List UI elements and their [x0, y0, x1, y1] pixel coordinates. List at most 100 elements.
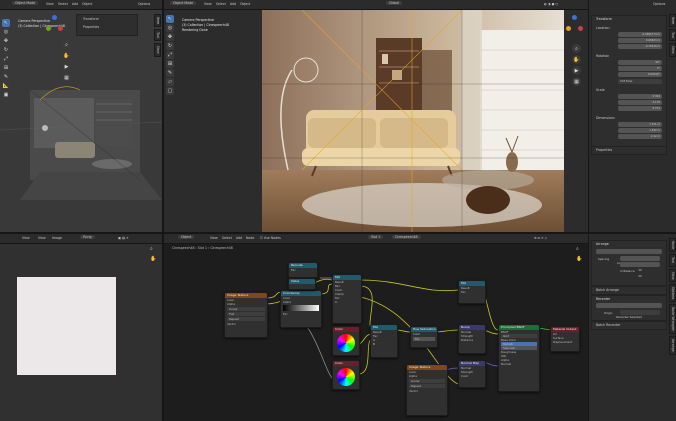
batch-recenter-panel[interactable]: Batch Recenter: [591, 321, 667, 330]
rot-y-field[interactable]: 0°: [618, 66, 662, 71]
balance-checkbox[interactable]: ☑ Balance: [620, 269, 635, 273]
color-ramp-gradient[interactable]: [283, 305, 319, 311]
pan-hand-icon[interactable]: ✋: [62, 51, 71, 60]
recenter-title[interactable]: Recenter: [596, 297, 610, 301]
side-tab-arrange[interactable]: Arrange: [669, 336, 676, 355]
menu-add[interactable]: Add: [72, 2, 78, 6]
arrange-selected-button[interactable]: Arrange Selected: [596, 249, 662, 265]
tab-view[interactable]: View: [154, 43, 161, 58]
cam-pan-icon[interactable]: ✋: [572, 55, 581, 64]
side-tab-options[interactable]: Options: [669, 284, 676, 303]
side-tab-node[interactable]: Node: [669, 238, 676, 253]
img-menu-view2[interactable]: View: [38, 236, 46, 240]
node-color-wheel-2[interactable]: Color: [332, 360, 360, 390]
annotate-icon[interactable]: ✎: [166, 69, 174, 77]
camera-axis-gizmo-icon[interactable]: [564, 14, 586, 38]
rotation-mode-select[interactable]: XYZ Euler: [618, 79, 662, 84]
scale-y-field[interactable]: 0.178: [618, 100, 662, 105]
arrange-title[interactable]: Arrange: [596, 242, 609, 246]
transform-orientation[interactable]: Global: [386, 1, 403, 5]
cam-menu-select[interactable]: Select: [216, 2, 226, 6]
cam-menu-object[interactable]: Object: [240, 2, 250, 6]
add-cube-icon[interactable]: ▢: [166, 87, 174, 95]
node-color-ramp[interactable]: ColorRamp Color Alpha Fac: [280, 290, 322, 328]
measure-icon[interactable]: ▱: [166, 78, 174, 86]
transform-icon[interactable]: ⊞: [166, 60, 174, 68]
rot-x-field[interactable]: 90°: [618, 60, 662, 65]
rotate-tool-icon[interactable]: ↻: [2, 46, 10, 54]
image-editor[interactable]: View View Image P.png ▣ ▤ ✕ ⌕ ✋: [0, 234, 162, 421]
viewport-left[interactable]: Object Mode View Select Add Object Optio…: [0, 0, 162, 232]
dim-y-field[interactable]: 1.832 m: [618, 128, 662, 133]
dim-x-field[interactable]: 1.231 m: [618, 122, 662, 127]
node-image-texture-2[interactable]: Image Texture Color Alpha Linear Repeat …: [406, 364, 448, 416]
transform-panel-header[interactable]: Transform: [83, 17, 99, 21]
cam-camera-icon[interactable]: ▶: [572, 66, 581, 75]
cursor-icon[interactable]: ◎: [166, 24, 174, 32]
spacing-x-field[interactable]: 50: [620, 256, 660, 272]
menu-object[interactable]: Object: [82, 2, 92, 6]
node-normal-map[interactable]: Normal Map Normal Strength Color: [458, 360, 486, 388]
tab-tool[interactable]: Tool: [154, 29, 161, 42]
side-tab-node-wrangler[interactable]: Node Wrangler: [669, 304, 676, 335]
options-menu[interactable]: Options: [138, 2, 150, 6]
menu-select[interactable]: Select: [58, 2, 68, 6]
scale-z-field[interactable]: 0.724: [618, 106, 662, 111]
properties-panel-collapsed[interactable]: Properties: [591, 146, 667, 155]
batch-arrange-panel[interactable]: Batch Arrange: [591, 286, 667, 295]
viewport-camera[interactable]: Object Mode View Select Add Object Globa…: [164, 0, 588, 232]
mode-select[interactable]: Object Mode: [12, 1, 39, 5]
sidebar-options[interactable]: Options: [653, 2, 665, 6]
select-box-icon[interactable]: ↖: [166, 15, 174, 23]
cam-menu-view[interactable]: View: [204, 2, 212, 6]
node-color-wheel-1[interactable]: Color: [332, 326, 360, 356]
rotate-icon[interactable]: ↻: [166, 42, 174, 50]
origin-select[interactable]: Center: [620, 310, 660, 326]
loc-z-field[interactable]: -0.76419 m: [618, 44, 662, 49]
image-name-field[interactable]: P.png: [80, 235, 95, 239]
zoom-icon[interactable]: ⌕: [62, 40, 71, 49]
menu-view[interactable]: View: [46, 2, 54, 6]
scale-x-field[interactable]: 0.304: [618, 94, 662, 99]
node-reroute-small[interactable]: Reroute Fac: [288, 262, 318, 278]
color-wheel-icon[interactable]: [337, 334, 355, 352]
cam-zoom-icon[interactable]: ⌕: [572, 44, 581, 53]
cam-menu-add[interactable]: Add: [230, 2, 236, 6]
node-mix-2[interactable]: Mix Result Fac A B: [370, 324, 398, 358]
select-tool-icon[interactable]: ↖: [2, 19, 10, 27]
color-wheel-icon[interactable]: [337, 368, 355, 386]
node-value[interactable]: Value: [288, 278, 316, 290]
node-hue-saturation[interactable]: Hue Saturation Color Fac: [410, 326, 438, 348]
properties-panel-header[interactable]: Properties: [83, 25, 99, 29]
spacing-y-field[interactable]: 50: [620, 262, 660, 278]
img-menu-image[interactable]: Image: [52, 236, 62, 240]
loc-x-field[interactable]: -0.0681574 m: [618, 32, 662, 37]
rot-z-field[interactable]: 0.00018°: [618, 72, 662, 77]
node-image-texture[interactable]: Image Texture Color Alpha Linear Flat Re…: [224, 292, 268, 338]
cursor-tool-icon[interactable]: ◎: [2, 28, 10, 36]
cam-grid-icon[interactable]: ▦: [572, 77, 581, 86]
side-tab-tool[interactable]: Tool: [669, 254, 676, 267]
node-editor[interactable]: Object View Select Add Node ☑ Use Nodes …: [164, 234, 588, 421]
node-material-output[interactable]: Material Output All Surface Displacement: [550, 326, 580, 352]
node-bump[interactable]: Bump Normal Strength Distance: [458, 324, 486, 354]
scale-icon[interactable]: ⤢: [166, 51, 174, 59]
node-mix-1[interactable]: Mix Result Mix Color Clamp Fac A: [332, 274, 362, 324]
axis-gizmo-icon[interactable]: [44, 14, 68, 38]
n-tab-tool[interactable]: Tool: [669, 29, 676, 42]
image-header-icons[interactable]: ▣ ▤ ✕: [118, 236, 129, 240]
side-tab-view[interactable]: View: [669, 268, 676, 283]
img-menu-view[interactable]: View: [22, 236, 30, 240]
node-mix-3[interactable]: Mix Result Fac: [458, 280, 486, 304]
tab-item[interactable]: Item: [154, 14, 161, 28]
loc-y-field[interactable]: 0.08463 m: [618, 38, 662, 43]
move-icon[interactable]: ✥: [166, 33, 174, 41]
move-tool-icon[interactable]: ✥: [2, 37, 10, 45]
n-tab-item[interactable]: Item: [669, 14, 676, 28]
camera-mode-select[interactable]: Object Mode: [170, 1, 197, 5]
node-principled-bsdf[interactable]: Principled BSDF BSDF GGX Base Color Meta…: [498, 324, 540, 392]
image-zoom-icon[interactable]: ⌕: [150, 246, 158, 254]
image-pan-icon[interactable]: ✋: [150, 256, 158, 264]
recenter-selected-button[interactable]: Recenter Selected: [596, 303, 662, 319]
n-tab-view[interactable]: View: [669, 43, 676, 58]
